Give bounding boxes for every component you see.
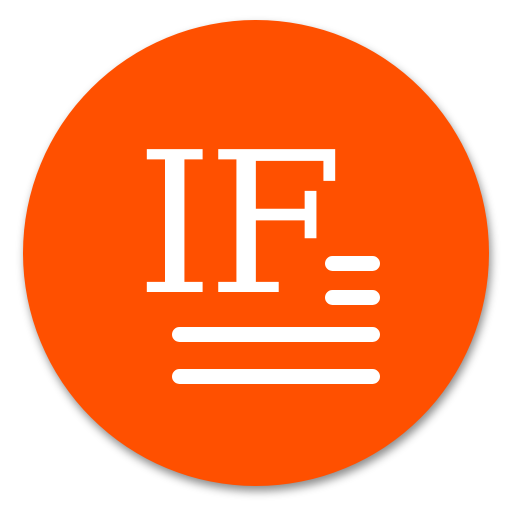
text-line-icon-short-2 [325,290,380,305]
logo-text: IF [136,111,343,339]
text-line-icon-long-2 [172,369,380,384]
text-line-icon-long-1 [172,327,380,342]
app-icon: IF [0,0,512,512]
text-line-icon-short-1 [325,256,380,271]
